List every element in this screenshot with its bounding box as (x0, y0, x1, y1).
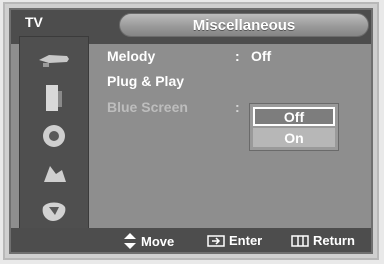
move-hint: Move (123, 233, 174, 249)
melody-value: Off (251, 48, 272, 64)
blue-screen-dropdown[interactable]: Off On (249, 103, 339, 151)
input-icon[interactable] (20, 193, 88, 231)
menu-item-plug-and-play[interactable]: Plug & Play (107, 73, 184, 89)
enter-label: Enter (229, 233, 263, 248)
osd-menu: TV Miscellaneous Melody: Off Plug & Pla… (9, 8, 373, 254)
up-down-arrow-icon (124, 233, 136, 249)
move-label: Move (141, 233, 175, 249)
melody-separator: : (235, 48, 240, 64)
menu-title: Miscellaneous (119, 13, 369, 37)
blue-screen-separator: : (235, 99, 240, 115)
menu-item-blue-screen[interactable]: Blue Screen (107, 99, 188, 115)
menu-icon-column (19, 36, 89, 232)
tv-source-tab: TV (11, 10, 87, 34)
dropdown-option-on[interactable]: On (253, 128, 335, 147)
menu-return-icon (291, 234, 309, 247)
sound-icon[interactable] (20, 79, 88, 117)
channel-icon[interactable] (20, 117, 88, 155)
setup-icon[interactable] (20, 155, 88, 193)
menu-item-melody[interactable]: Melody (107, 48, 155, 64)
dropdown-option-off[interactable]: Off (253, 107, 335, 126)
enter-icon (207, 234, 225, 247)
enter-hint: Enter (207, 233, 262, 248)
footer-bar: Move Enter Return (11, 228, 371, 252)
picture-icon[interactable] (20, 41, 88, 79)
return-label: Return (313, 233, 355, 248)
return-hint: Return (291, 233, 355, 248)
